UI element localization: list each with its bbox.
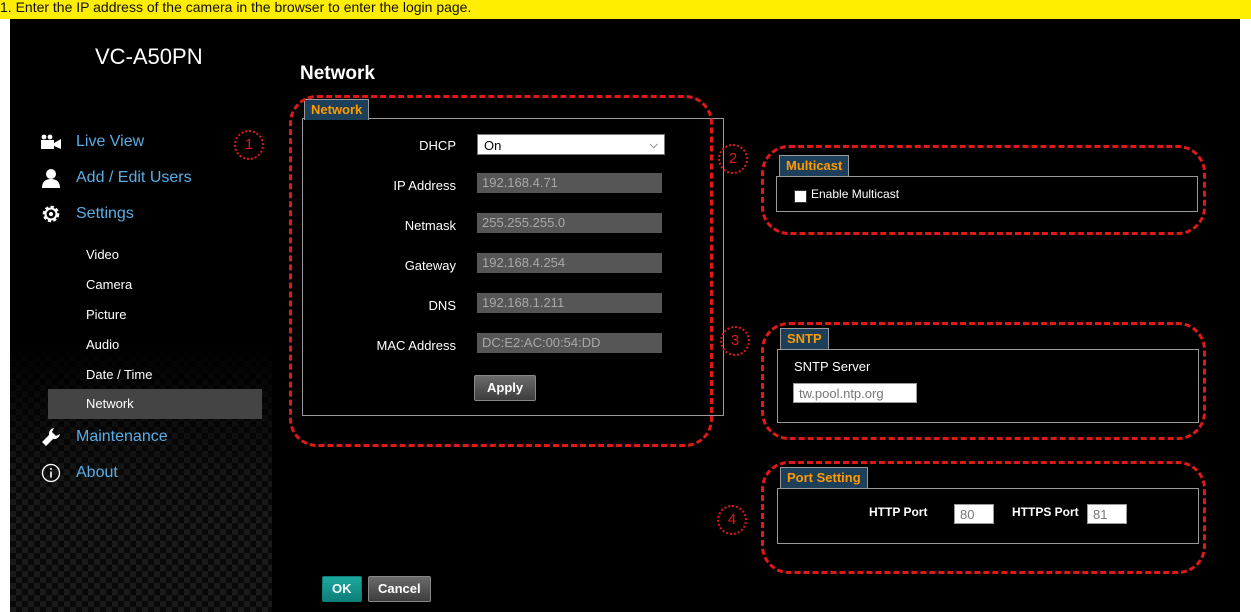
nav-about-label: About [76, 464, 118, 481]
nav-about[interactable]: About [40, 459, 118, 487]
camera-icon [40, 131, 62, 153]
top-banner: 1. Enter the IP address of the camera in… [0, 0, 1251, 19]
nav-add-edit-users-label: Add / Edit Users [76, 169, 192, 186]
wrench-icon [40, 426, 62, 448]
nav-sub-video[interactable]: Video [48, 240, 262, 270]
nav-settings-label: Settings [76, 205, 134, 222]
nav-sub-network[interactable]: Network [48, 389, 262, 419]
nav-settings[interactable]: Settings [40, 200, 134, 228]
callout-outline-sntp [761, 322, 1206, 440]
page-title: Network [300, 63, 375, 84]
callout-number-1: 1 [234, 130, 264, 160]
banner-text: 1. Enter the IP address of the camera in… [0, 0, 472, 15]
callout-number-2: 2 [718, 144, 748, 174]
gear-icon [40, 203, 62, 225]
nav-sub-audio[interactable]: Audio [48, 330, 262, 360]
nav-live-view[interactable]: Live View [40, 128, 144, 156]
nav-live-view-label: Live View [76, 133, 145, 150]
callout-number-4: 4 [717, 505, 747, 535]
nav-maintenance-label: Maintenance [76, 428, 168, 445]
nav-sub-picture[interactable]: Picture [48, 300, 262, 330]
cancel-button[interactable]: Cancel [368, 576, 431, 602]
ok-button[interactable]: OK [322, 576, 362, 602]
nav-sub-camera[interactable]: Camera [48, 270, 262, 300]
callout-outline-multicast [761, 145, 1206, 235]
nav-maintenance[interactable]: Maintenance [40, 423, 168, 451]
model-name: VC-A50PN [95, 44, 203, 69]
user-icon [40, 167, 62, 189]
info-icon [40, 462, 62, 484]
callout-number-3: 3 [720, 326, 750, 356]
nav-sub-date-time[interactable]: Date / Time [48, 360, 262, 390]
callout-outline-network [289, 95, 713, 447]
nav-add-edit-users[interactable]: Add / Edit Users [40, 164, 192, 192]
callout-outline-port-setting [761, 461, 1206, 574]
camera-web-ui: VC-A50PN Live View Add / Edit Users Sett… [10, 19, 1240, 612]
